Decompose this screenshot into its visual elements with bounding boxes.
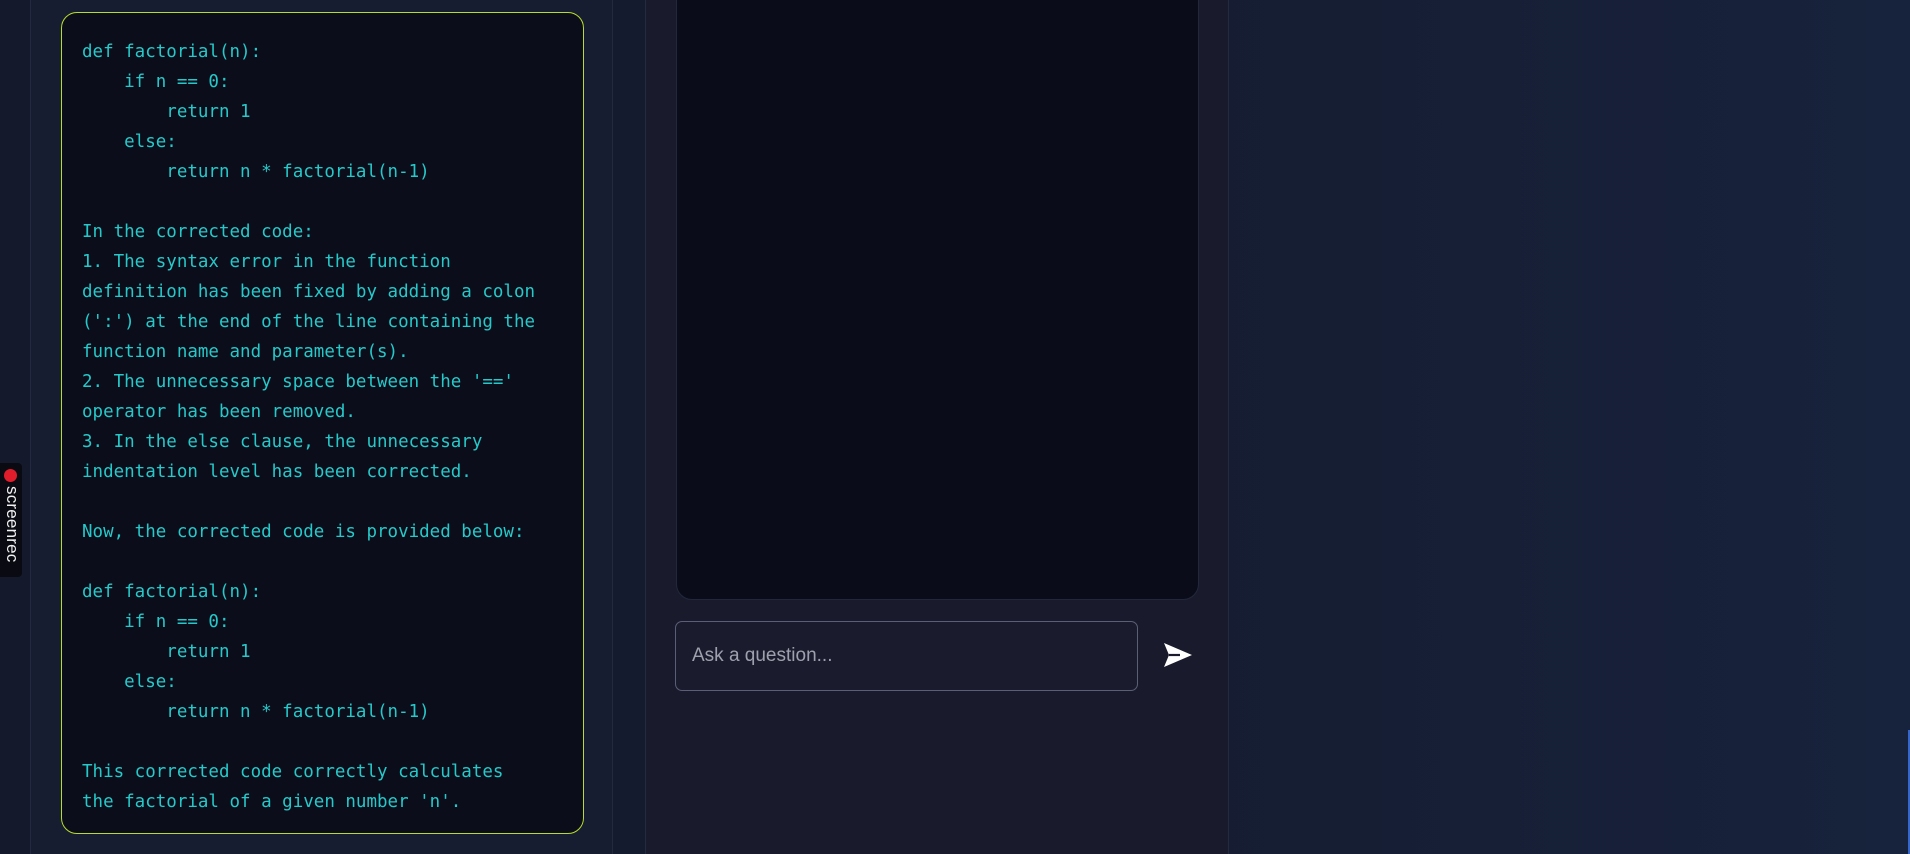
chat-panel <box>645 0 1229 854</box>
response-card: def factorial(n): if n == 0: return 1 el… <box>61 12 584 834</box>
chat-history-area[interactable] <box>676 0 1199 600</box>
screenrec-label: screenrec <box>3 486 22 563</box>
response-panel: def factorial(n): if n == 0: return 1 el… <box>30 0 613 854</box>
screenrec-badge[interactable]: screenrec <box>0 463 22 577</box>
send-arrow-icon <box>1164 642 1192 667</box>
response-text: def factorial(n): if n == 0: return 1 el… <box>82 42 536 812</box>
question-input-row <box>675 621 1215 691</box>
send-button[interactable] <box>1159 637 1197 675</box>
record-dot-icon <box>4 469 17 482</box>
question-input[interactable] <box>675 621 1138 691</box>
